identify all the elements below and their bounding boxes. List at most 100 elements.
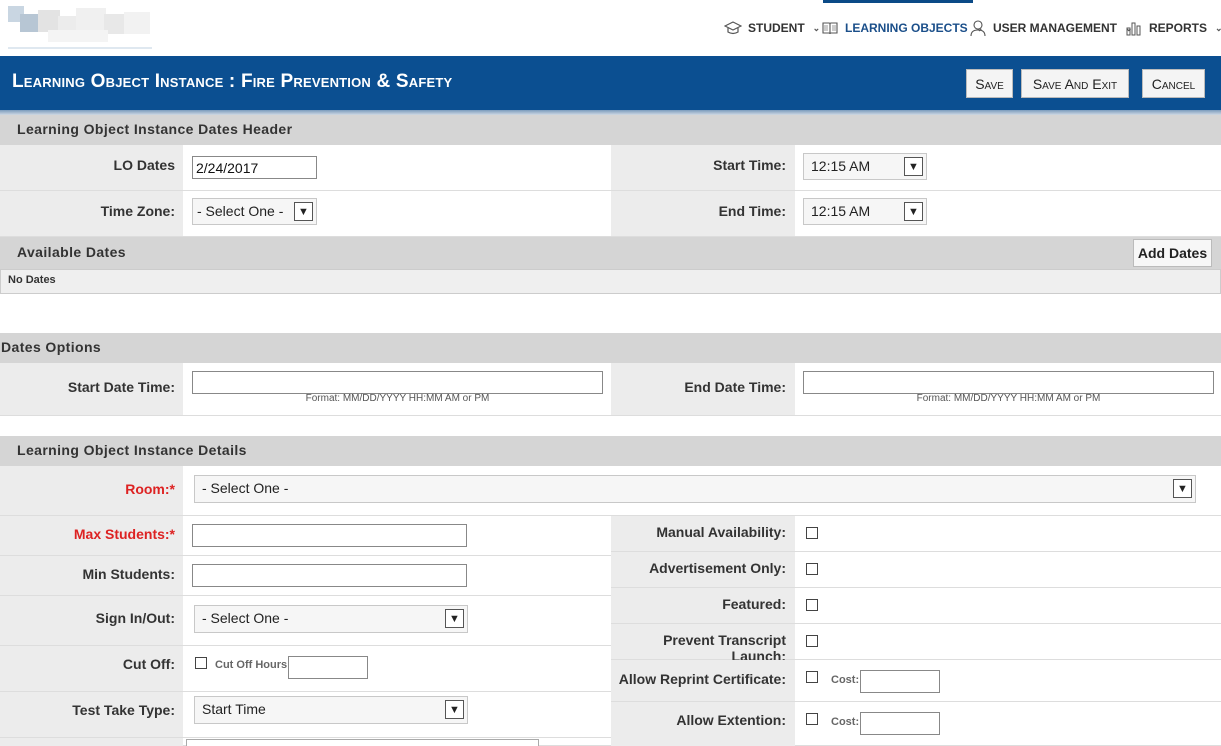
nav-learning-objects-label: LEARNING OBJECTS <box>845 21 968 35</box>
time-zone-select[interactable]: - Select One - ▼ <box>192 198 317 225</box>
section-title: Learning Object Instance Dates Header <box>17 121 293 137</box>
section-dates-options: Dates Options <box>0 333 1221 363</box>
row-test-take-type: Test Take Type: Start Time ▼ <box>0 692 611 738</box>
lo-dates-input[interactable] <box>192 156 317 179</box>
format-hint: Format: MM/DD/YYYY HH:MM AM or PM <box>305 393 490 404</box>
start-time-value: 12:15 AM <box>811 158 871 174</box>
book-icon <box>821 19 839 37</box>
nav-reports[interactable]: REPORTS ⌄ <box>1125 0 1221 56</box>
min-students-input[interactable] <box>192 564 467 587</box>
nav-student-label: STUDENT <box>748 21 805 35</box>
featured-label: Featured: <box>722 596 786 612</box>
test-take-type-value: Start Time <box>202 701 266 717</box>
manual-availability-label: Manual Availability: <box>656 524 786 540</box>
chevron-down-icon: ▼ <box>445 700 464 719</box>
chevron-down-icon: ▼ <box>294 202 313 221</box>
save-button[interactable]: Save <box>966 69 1013 98</box>
end-time-value: 12:15 AM <box>811 203 871 219</box>
cost-label: Cost: <box>831 716 860 728</box>
allow-extention-label: Allow Extention: <box>676 712 786 728</box>
room-select[interactable]: - Select One - ▼ <box>194 475 1196 503</box>
room-value: - Select One - <box>202 480 289 496</box>
row-min-students: Min Students: <box>0 556 611 596</box>
cut-off-checkbox[interactable] <box>195 657 207 669</box>
reprint-cost-input[interactable] <box>860 670 940 693</box>
cost-label: Cost: <box>831 674 860 686</box>
cut-off-hours-input[interactable] <box>288 656 368 679</box>
section-title: Dates Options <box>1 339 102 355</box>
row-max-students: Max Students:* <box>0 516 611 556</box>
save-and-exit-button[interactable]: Save And Exit <box>1021 69 1129 98</box>
section-dates-header: Learning Object Instance Dates Header <box>0 115 1221 145</box>
max-students-input[interactable] <box>192 524 467 547</box>
no-dates-text: No Dates <box>8 274 56 286</box>
row-partial <box>0 738 611 746</box>
row-advertisement-only: Advertisement Only: <box>611 552 1221 588</box>
user-icon <box>969 19 987 37</box>
chevron-down-icon: ⌄ <box>812 22 821 33</box>
nav-user-management[interactable]: USER MANAGEMENT ⌄ <box>969 0 1133 56</box>
allow-reprint-certificate-checkbox[interactable] <box>806 671 818 683</box>
end-time-select[interactable]: 12:15 AM ▼ <box>803 198 927 225</box>
section-title: Available Dates <box>17 244 126 260</box>
time-zone-label: Time Zone: <box>100 203 175 219</box>
time-zone-value: - Select One - <box>197 203 284 219</box>
top-nav: STUDENT ⌄ LEARNING OBJECTS ⌄ USER MANAGE… <box>0 0 1221 56</box>
row-allow-extention: Allow Extention: Cost: <box>611 702 1221 746</box>
sign-in-out-select[interactable]: - Select One - ▼ <box>194 605 468 633</box>
row-sign-in-out: Sign In/Out: - Select One - ▼ <box>0 596 611 646</box>
page-title: Learning Object Instance : Fire Preventi… <box>12 71 453 92</box>
row-allow-reprint-certificate: Allow Reprint Certificate: Cost: <box>611 660 1221 702</box>
cancel-button[interactable]: Cancel <box>1142 69 1205 98</box>
cut-off-hours-label: Cut Off Hours <box>215 659 288 671</box>
format-hint: Format: MM/DD/YYYY HH:MM AM or PM <box>916 393 1101 404</box>
logo-underline <box>8 47 152 49</box>
row-featured: Featured: <box>611 588 1221 624</box>
end-date-time-input[interactable] <box>803 371 1214 394</box>
row-manual-availability: Manual Availability: <box>611 516 1221 552</box>
allow-extention-checkbox[interactable] <box>806 713 818 725</box>
cut-off-label: Cut Off: <box>122 656 175 672</box>
chevron-down-icon: ▼ <box>904 157 923 176</box>
nav-student[interactable]: STUDENT ⌄ <box>723 0 821 56</box>
row-room: Room:* - Select One - ▼ <box>0 466 1221 516</box>
test-take-type-select[interactable]: Start Time ▼ <box>194 696 468 724</box>
graduation-cap-icon <box>723 19 743 37</box>
advertisement-only-checkbox[interactable] <box>806 563 818 575</box>
chevron-down-icon: ▼ <box>904 202 923 221</box>
extention-cost-input[interactable] <box>860 712 940 735</box>
section-available-dates: Available Dates Add Dates <box>0 237 1221 269</box>
available-dates-list: No Dates <box>0 269 1221 294</box>
bar-chart-icon <box>1125 19 1143 37</box>
partial-field[interactable] <box>186 739 539 746</box>
advertisement-only-label: Advertisement Only: <box>649 560 786 576</box>
chevron-down-icon: ▼ <box>1173 479 1192 498</box>
sign-in-out-value: - Select One - <box>202 610 289 626</box>
start-time-label: Start Time: <box>713 157 786 173</box>
section-title: Learning Object Instance Details <box>17 442 247 458</box>
prevent-transcript-launch-checkbox[interactable] <box>806 635 818 647</box>
room-label: Room:* <box>125 481 175 497</box>
max-students-label: Max Students:* <box>73 526 175 542</box>
row-date-range: Start Date Time: Format: MM/DD/YYYY HH:M… <box>0 363 1221 416</box>
company-logo[interactable] <box>8 4 152 48</box>
start-date-time-input[interactable] <box>192 371 603 394</box>
chevron-down-icon: ⌄ <box>1215 22 1221 33</box>
chevron-down-icon: ▼ <box>445 609 464 628</box>
lo-dates-label: LO Dates <box>113 157 175 173</box>
nav-learning-objects[interactable]: LEARNING OBJECTS ⌄ <box>821 0 983 56</box>
add-dates-button[interactable]: Add Dates <box>1133 239 1212 267</box>
allow-reprint-certificate-label: Allow Reprint Certificate: <box>618 671 786 687</box>
nav-user-management-label: USER MANAGEMENT <box>993 21 1118 35</box>
manual-availability-checkbox[interactable] <box>806 527 818 539</box>
label-cell <box>0 738 183 746</box>
end-time-label: End Time: <box>718 203 786 219</box>
row-cut-off: Cut Off: Cut Off Hours <box>0 646 611 692</box>
featured-checkbox[interactable] <box>806 599 818 611</box>
start-time-select[interactable]: 12:15 AM ▼ <box>803 153 927 180</box>
nav-reports-label: REPORTS <box>1149 21 1208 35</box>
section-instance-details: Learning Object Instance Details <box>0 436 1221 466</box>
test-take-type-label: Test Take Type: <box>72 702 175 718</box>
title-bar: Learning Object Instance : Fire Preventi… <box>0 56 1221 110</box>
start-date-time-label: Start Date Time: <box>67 379 175 395</box>
